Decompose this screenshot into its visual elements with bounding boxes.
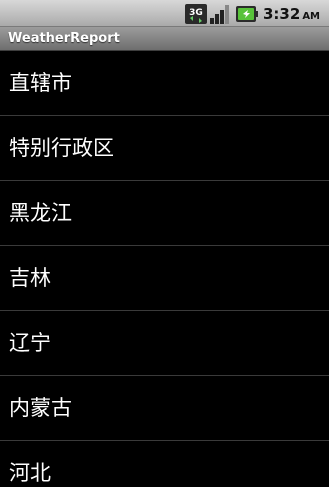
battery-charging-icon bbox=[235, 4, 259, 24]
list-item-province[interactable]: 河北 bbox=[0, 441, 329, 487]
list-item-province[interactable]: 辽宁 bbox=[0, 311, 329, 376]
title-bar: WeatherReport bbox=[0, 27, 329, 51]
list-item-province[interactable]: 黑龙江 bbox=[0, 181, 329, 246]
status-bar-clock: 3:32 AM bbox=[263, 4, 320, 24]
province-list[interactable]: 直辖市 特别行政区 黑龙江 吉林 辽宁 内蒙古 河北 bbox=[0, 51, 329, 487]
list-item-label: 内蒙古 bbox=[9, 396, 72, 420]
list-item-label: 辽宁 bbox=[9, 331, 51, 355]
app-title: WeatherReport bbox=[8, 31, 120, 46]
3g-data-icon: 3G bbox=[185, 4, 207, 24]
list-item-label: 吉林 bbox=[9, 266, 51, 290]
list-item-province[interactable]: 直辖市 bbox=[0, 51, 329, 116]
svg-text:3G: 3G bbox=[189, 8, 203, 18]
status-bar: 3G 3:32 AM bbox=[0, 0, 329, 27]
list-item-label: 黑龙江 bbox=[9, 201, 72, 225]
list-item-label: 特别行政区 bbox=[9, 136, 114, 160]
clock-ampm: AM bbox=[302, 11, 321, 22]
clock-time: 3:32 bbox=[263, 5, 301, 23]
list-item-label: 河北 bbox=[9, 461, 51, 485]
signal-strength-icon bbox=[209, 4, 231, 24]
list-item-label: 直辖市 bbox=[9, 71, 72, 95]
list-item-province[interactable]: 吉林 bbox=[0, 246, 329, 311]
list-item-province[interactable]: 内蒙古 bbox=[0, 376, 329, 441]
list-item-province[interactable]: 特别行政区 bbox=[0, 116, 329, 181]
